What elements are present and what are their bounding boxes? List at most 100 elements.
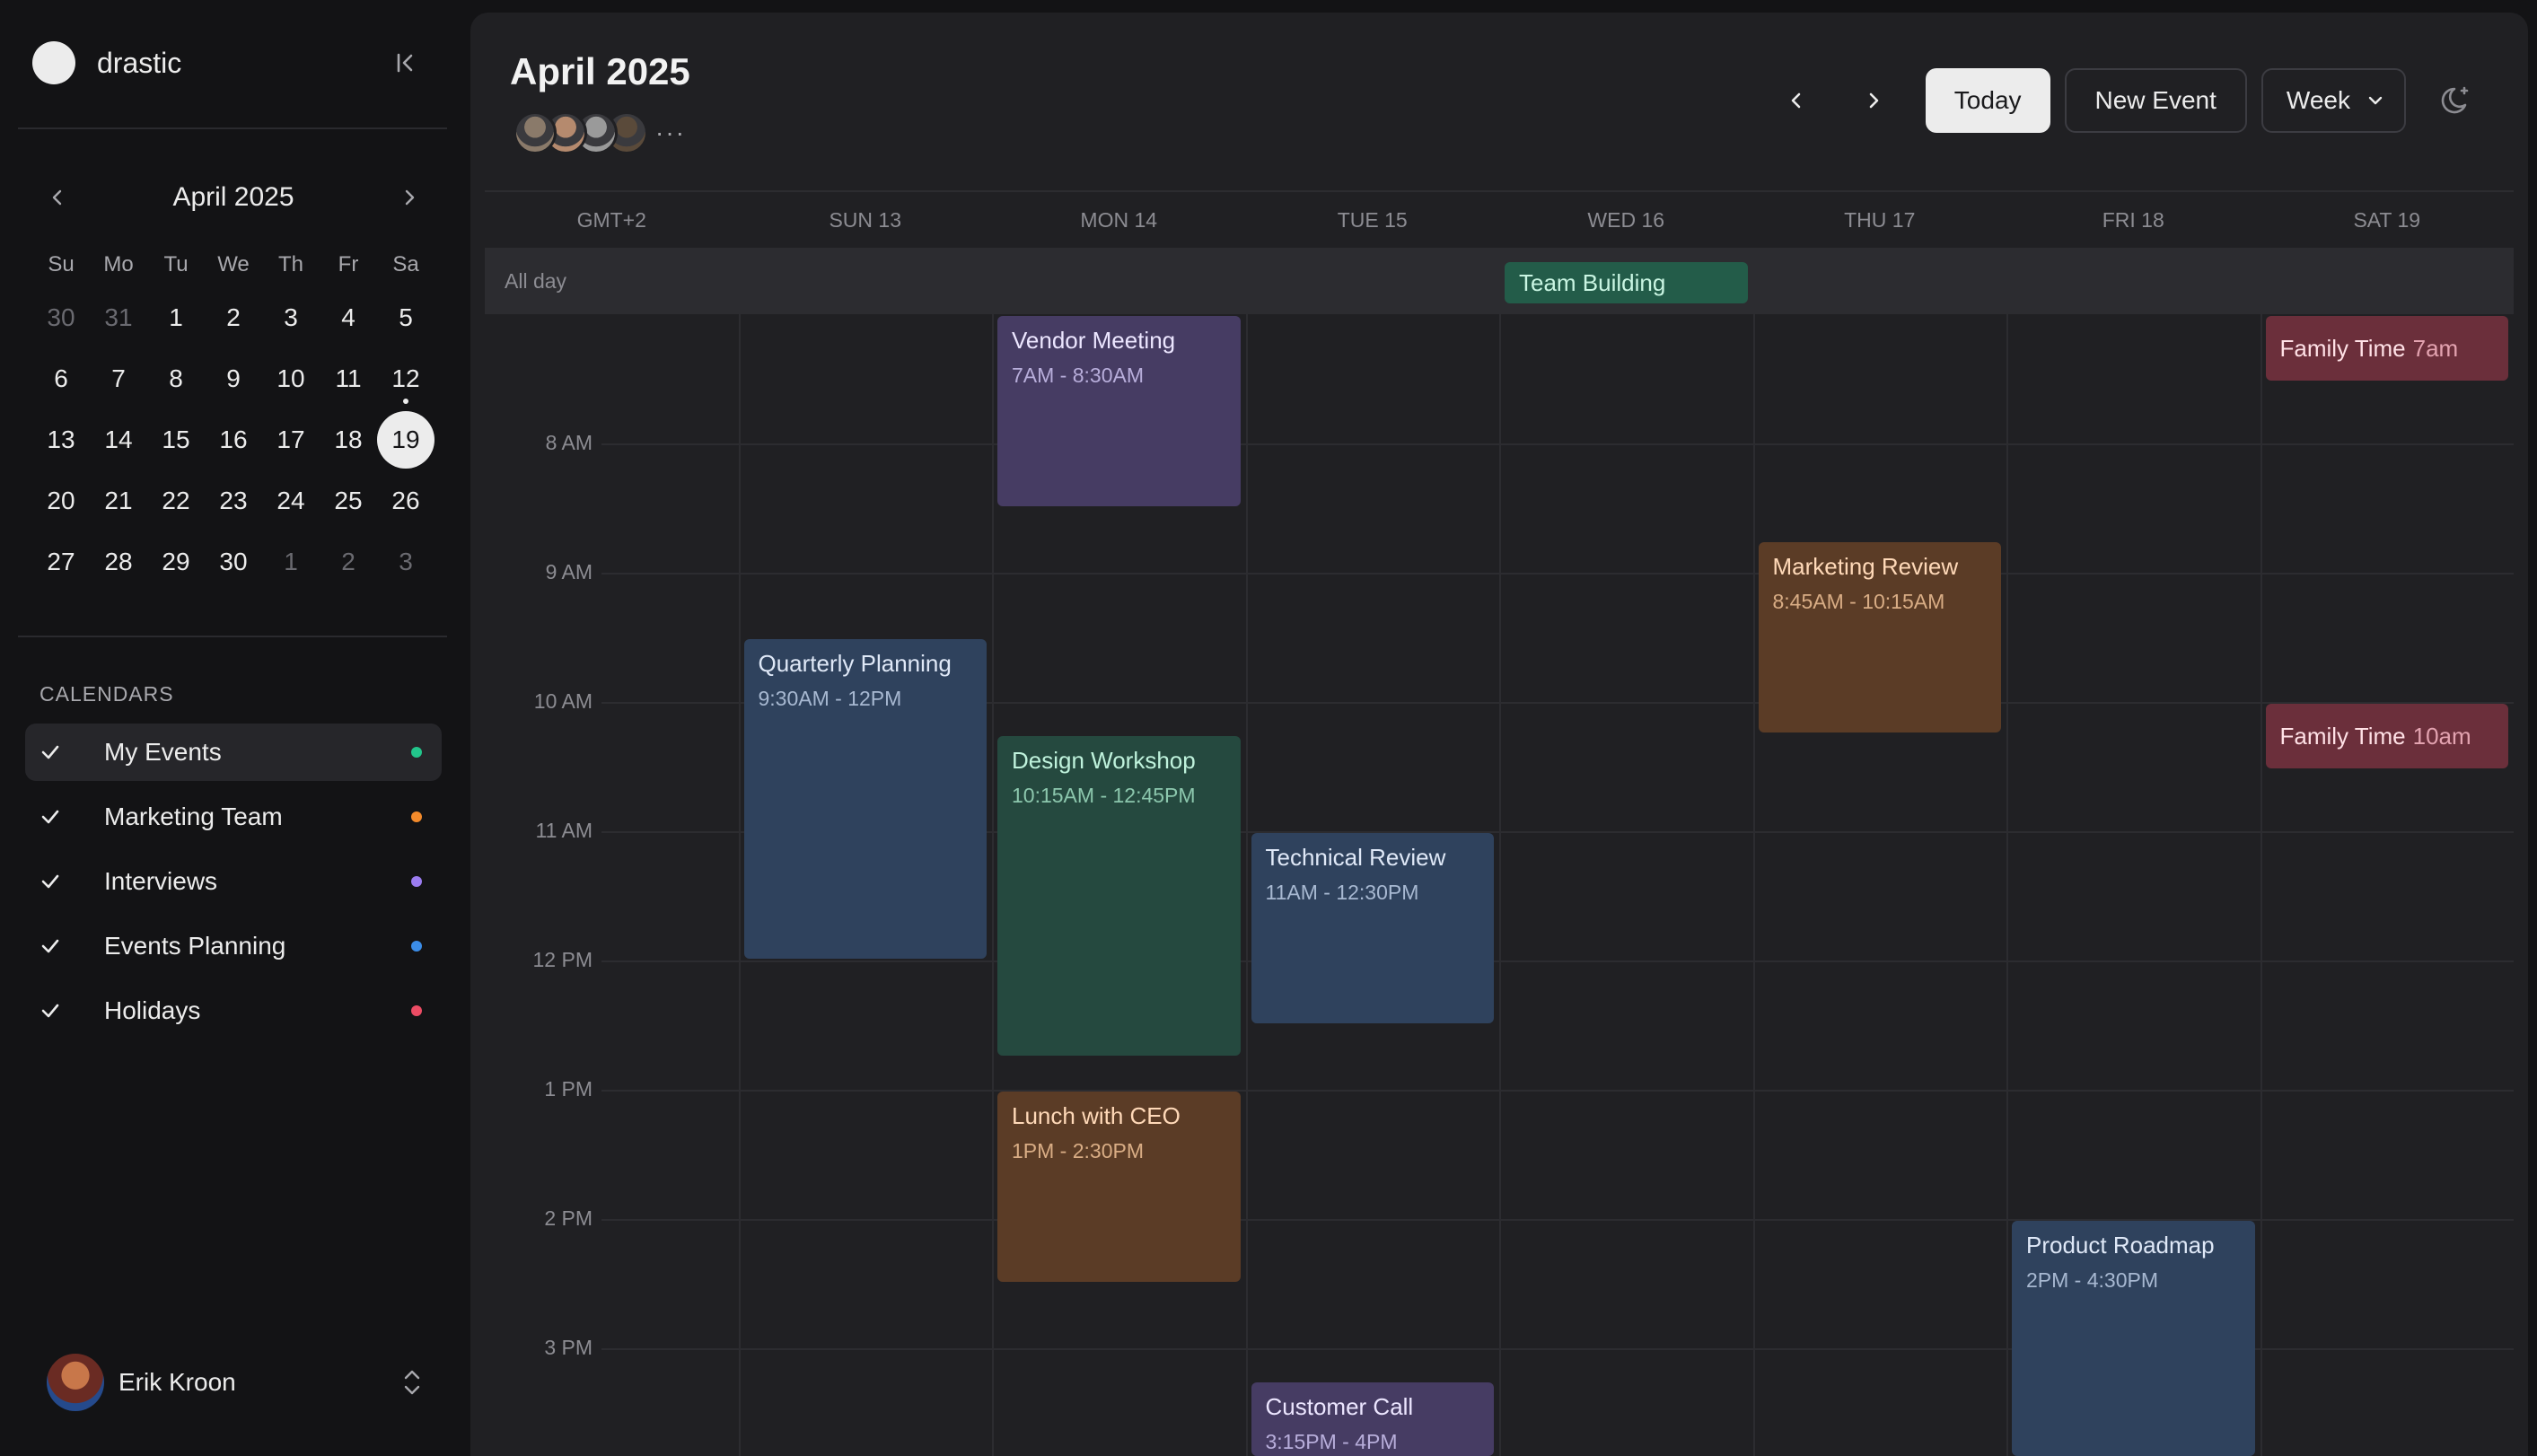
time-grid: 8 AM 9 AM 10 AM 11 AM 12 PM 1 PM 2 PM 3 PM Vendo… xyxy=(485,314,2514,1456)
mini-calendar-day[interactable]: 21 xyxy=(90,470,147,531)
day-header-wed-16[interactable]: WED 16 xyxy=(1499,192,1753,248)
view-select[interactable]: Week xyxy=(2260,68,2406,133)
event-time: 2PM - 4:30PM xyxy=(2026,1268,2158,1292)
mini-calendar-day[interactable]: 5 xyxy=(377,287,435,348)
mini-calendar-day[interactable]: 9 xyxy=(205,348,262,409)
mini-calendar-day-today[interactable]: 19 xyxy=(377,409,435,470)
mini-calendar-day[interactable]: 8 xyxy=(147,348,205,409)
event-vendor-meeting[interactable]: Vendor Meeting 7AM - 8:30AM xyxy=(997,316,1241,506)
calendar-item-label: Interviews xyxy=(104,867,218,895)
mini-calendar-day[interactable]: 13 xyxy=(32,409,90,470)
event-customer-call[interactable]: Customer Call 3:15PM - 4PM xyxy=(1251,1382,1494,1456)
theme-toggle-button[interactable] xyxy=(2431,75,2481,126)
event-product-roadmap[interactable]: Product Roadmap 2PM - 4:30PM xyxy=(2012,1221,2255,1456)
grid-column-line xyxy=(2260,314,2262,1456)
mini-calendar-day[interactable]: 10 xyxy=(262,348,320,409)
grid-column-line xyxy=(1752,314,1755,1456)
new-event-button[interactable]: New Event xyxy=(2064,68,2247,133)
day-number: 1 xyxy=(284,548,298,575)
hour-label: 1 PM xyxy=(544,1077,593,1101)
day-number: 24 xyxy=(277,487,305,514)
event-title: Vendor Meeting xyxy=(1012,327,1176,354)
collapse-left-icon xyxy=(397,53,413,73)
event-time: 1PM - 2:30PM xyxy=(1012,1139,1144,1162)
chevron-right-icon xyxy=(1869,92,1879,109)
event-title: Customer Call xyxy=(1265,1393,1414,1420)
mini-calendar-day[interactable]: 18 xyxy=(320,409,377,470)
next-week-button[interactable] xyxy=(1848,75,1899,126)
mini-calendar-day[interactable]: 16 xyxy=(205,409,262,470)
previous-week-button[interactable] xyxy=(1771,75,1822,126)
mini-calendar-day[interactable]: 14 xyxy=(90,409,147,470)
mini-calendar-prev-button[interactable] xyxy=(36,176,79,219)
brand[interactable]: drastic xyxy=(32,41,181,84)
more-attendees[interactable]: ··· xyxy=(655,118,686,147)
mini-calendar-day[interactable]: 15 xyxy=(147,409,205,470)
grid-column-line xyxy=(1245,248,1248,314)
calendar-item-marketing-team[interactable]: Marketing Team xyxy=(25,788,442,846)
event-title: Technical Review xyxy=(1265,844,1446,871)
mini-calendar-day[interactable]: 20 xyxy=(32,470,90,531)
mini-calendar-day[interactable]: 11 xyxy=(320,348,377,409)
calendar-item-holidays[interactable]: Holidays xyxy=(25,982,442,1039)
mini-calendar-day[interactable]: 12 xyxy=(377,348,435,409)
event-title: Family Time xyxy=(2279,722,2406,750)
day-header-sat-19[interactable]: SAT 19 xyxy=(2260,192,2515,248)
calendar-item-my-events[interactable]: My Events xyxy=(25,724,442,781)
hour-line xyxy=(601,573,2514,575)
calendar-item-interviews[interactable]: Interviews xyxy=(25,853,442,910)
mini-calendar-day[interactable]: 4 xyxy=(320,287,377,348)
mini-calendar-day[interactable]: 27 xyxy=(32,531,90,592)
mini-calendar-day[interactable]: 23 xyxy=(205,470,262,531)
today-button[interactable]: Today xyxy=(1925,68,2050,133)
day-header-thu-17[interactable]: THU 17 xyxy=(1753,192,2007,248)
day-number: 2 xyxy=(226,303,241,331)
event-family-time[interactable]: Family Time 10am xyxy=(2265,704,2508,768)
day-header-sun-13[interactable]: SUN 13 xyxy=(739,192,993,248)
day-header-mon-14[interactable]: MON 14 xyxy=(992,192,1246,248)
event-lunch-with-ceo[interactable]: Lunch with CEO 1PM - 2:30PM xyxy=(997,1092,1241,1282)
mini-calendar-day[interactable]: 29 xyxy=(147,531,205,592)
calendar-item-label: Marketing Team xyxy=(104,803,283,830)
mini-calendar-day[interactable]: 30 xyxy=(205,531,262,592)
attendee-avatar[interactable] xyxy=(514,111,557,154)
mini-calendar-day[interactable]: 6 xyxy=(32,348,90,409)
week-day-header: GMT+2 SUN 13 MON 14 TUE 15 WED 16 THU 17 FRI 1… xyxy=(485,190,2514,248)
mini-calendar-day[interactable]: 28 xyxy=(90,531,147,592)
event-title: Lunch with CEO xyxy=(1012,1102,1181,1129)
hour-label: 2 PM xyxy=(544,1206,593,1230)
event-family-time[interactable]: Family Time 7am xyxy=(2265,316,2508,381)
mini-calendar-day[interactable]: 1 xyxy=(262,531,320,592)
mini-calendar-day[interactable]: 2 xyxy=(320,531,377,592)
attendee-avatars[interactable]: ··· xyxy=(514,108,686,158)
page-title: April 2025 xyxy=(510,50,690,92)
grid-column-line xyxy=(1245,314,1248,1456)
collapse-sidebar-button[interactable] xyxy=(388,45,424,81)
mini-calendar-day[interactable]: 2 xyxy=(205,287,262,348)
day-header-tue-15[interactable]: TUE 15 xyxy=(1246,192,1500,248)
event-design-workshop[interactable]: Design Workshop 10:15AM - 12:45PM xyxy=(997,736,1241,1056)
mini-calendar-next-button[interactable] xyxy=(388,176,431,219)
day-number: 10 xyxy=(277,364,305,392)
mini-calendar-day[interactable]: 24 xyxy=(262,470,320,531)
mini-calendar-day[interactable]: 31 xyxy=(90,287,147,348)
hour-label: 11 AM xyxy=(535,819,593,842)
calendar-item-events-planning[interactable]: Events Planning xyxy=(25,917,442,975)
mini-calendar-day[interactable]: 25 xyxy=(320,470,377,531)
mini-calendar-day[interactable]: 26 xyxy=(377,470,435,531)
user-menu[interactable]: Erik Kroon xyxy=(47,1354,424,1411)
mini-calendar-day[interactable]: 17 xyxy=(262,409,320,470)
event-marketing-review[interactable]: Marketing Review 8:45AM - 10:15AM xyxy=(1758,542,2001,732)
day-header-fri-18[interactable]: FRI 18 xyxy=(2006,192,2260,248)
event-quarterly-planning[interactable]: Quarterly Planning 9:30AM - 12PM xyxy=(743,639,987,959)
event-technical-review[interactable]: Technical Review 11AM - 12:30PM xyxy=(1251,833,1494,1023)
mini-calendar-day[interactable]: 3 xyxy=(377,531,435,592)
mini-calendar-day[interactable]: 3 xyxy=(262,287,320,348)
event-all-day[interactable]: Team Building xyxy=(1505,262,1748,303)
mini-calendar-day[interactable]: 7 xyxy=(90,348,147,409)
mini-calendar-day[interactable]: 1 xyxy=(147,287,205,348)
mini-calendar-header: April 2025 xyxy=(36,176,431,219)
mini-calendar-day[interactable]: 30 xyxy=(32,287,90,348)
mini-calendar-day[interactable]: 22 xyxy=(147,470,205,531)
day-number: 8 xyxy=(169,364,183,392)
